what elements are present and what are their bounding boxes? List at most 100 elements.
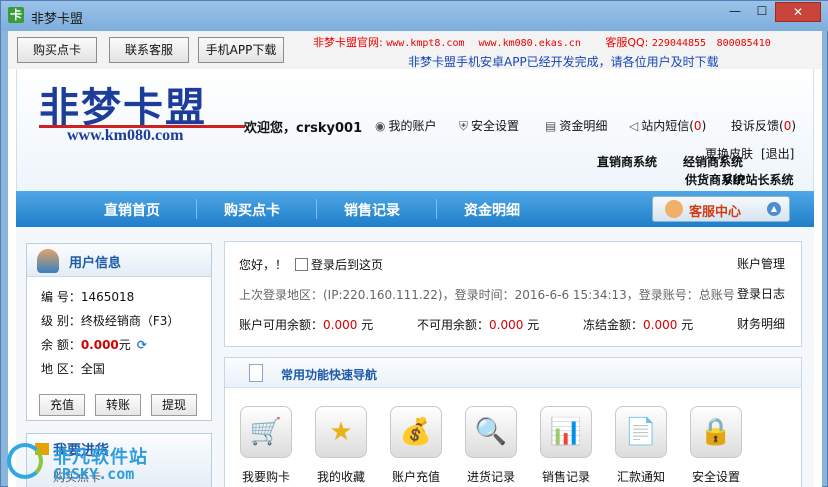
nav-funds-detail[interactable]: 资金明细 [464, 200, 520, 220]
ledger-icon: ▤ [545, 119, 557, 133]
contact-service-button[interactable]: 联系客服 [109, 37, 189, 63]
funds-detail-label: 资金明细 [559, 119, 608, 133]
site-url-2[interactable]: www.km080.ekas.cn [479, 38, 581, 49]
nav-divider [196, 199, 197, 219]
quick-nav-sales-records[interactable]: 📊 销售记录 [533, 406, 597, 484]
app-window: 卡 非梦卡盟 — ☐ ✕ 购买点卡 联系客服 手机APP下载 非梦卡盟官网: w… [0, 0, 828, 487]
messages-label: 站内短信( [641, 119, 694, 133]
nav-direct-home[interactable]: 直销首页 [104, 200, 160, 220]
site-url-1[interactable]: www.kmpt8.com [386, 38, 464, 49]
cart-icon: 🛒 [240, 406, 292, 458]
maximize-button[interactable]: ☐ [749, 2, 775, 22]
welcome-text: 欢迎您，crsky001 [244, 121, 363, 136]
quick-nav-title: 常用功能快速导航 [281, 368, 378, 382]
user-info-title: 用户信息 [69, 256, 122, 271]
service-center-label: 客服中心 [689, 205, 742, 220]
vip-system-link[interactable]: VIP站长系统 [723, 171, 794, 188]
qq-label: 客服QQ: [605, 36, 649, 49]
quick-nav-purchase-records[interactable]: 🔍 进货记录 [458, 406, 522, 484]
messages-count: 0 [693, 119, 702, 133]
available-balance-value: 0.000 [323, 318, 358, 332]
shield-icon: ⛨ [459, 119, 469, 133]
user-balance-unit: 元 [118, 338, 131, 352]
login-redirect-option[interactable]: 登录后到这页 [295, 256, 383, 273]
exit-link[interactable]: [退出] [761, 145, 794, 162]
quick-nav-label: 我要购卡 [241, 470, 290, 484]
lock-icon: 🔒 [690, 406, 742, 458]
refresh-icon[interactable]: ⟳ [137, 338, 147, 352]
user-level-value: 终极经销商（F3） [80, 314, 180, 328]
minimize-button[interactable]: — [721, 2, 749, 22]
quick-nav-favorites[interactable]: ★ 我的收藏 [308, 406, 372, 484]
unavailable-balance-label: 不可用余额： [417, 318, 490, 332]
user-id-value: 1465018 [80, 290, 135, 304]
account-manage-link[interactable]: 账户管理 [737, 255, 785, 272]
quick-nav-label: 账户充值 [391, 470, 440, 484]
user-level-label: 级 别： [41, 314, 81, 328]
messages-link[interactable]: ◁ 站内短信(0) [629, 117, 706, 134]
user-id-row: 编 号：1465018 [41, 288, 134, 305]
security-settings-label: 安全设置 [471, 119, 520, 133]
user-balance-label: 余 额： [41, 338, 81, 352]
quick-nav-panel: 常用功能快速导航 🛒 我要购卡 ★ 我的收藏 💰 账户充值 🔍 进货记录 📊 销… [224, 357, 802, 487]
login-log-link[interactable]: 登录日志 [737, 285, 785, 302]
client-area: 购买点卡 联系客服 手机APP下载 非梦卡盟官网: www.kmpt8.com … [8, 31, 822, 487]
login-redirect-label: 登录后到这页 [311, 258, 384, 272]
transfer-button[interactable]: 转账 [95, 394, 141, 416]
dealer-system-link[interactable]: 经销商系统 [683, 153, 743, 170]
site-info: 非梦卡盟官网: www.kmpt8.com www.km080.ekas.cn … [313, 34, 771, 50]
close-button[interactable]: ✕ [775, 2, 821, 22]
quick-nav-label: 汇款通知 [616, 470, 665, 484]
quick-nav-label: 销售记录 [541, 470, 590, 484]
service-center-button[interactable]: 客服中心 ▲ [652, 196, 790, 222]
quick-nav-buy-card[interactable]: 🛒 我要购卡 [233, 406, 297, 484]
quick-nav-remittance[interactable]: 📄 汇款通知 [608, 406, 672, 484]
unavailable-balance-unit: 元 [527, 318, 540, 332]
nav-buy-card[interactable]: 购买点卡 [224, 200, 280, 220]
login-redirect-checkbox[interactable] [295, 258, 308, 271]
user-balance-row: 余 额：0.000元 ⟳ [41, 336, 147, 353]
finance-detail-link[interactable]: 财务明细 [737, 315, 785, 332]
nav-sales-records[interactable]: 销售记录 [344, 200, 400, 220]
my-account-link[interactable]: ◉ 我的账户 [375, 117, 437, 134]
quick-nav-header: 常用功能快速导航 [225, 358, 801, 388]
available-balance-unit: 元 [361, 318, 374, 332]
greeting-text: 您好，！ [239, 258, 288, 272]
buy-card-button[interactable]: 购买点卡 [17, 37, 97, 63]
recharge-button[interactable]: 充值 [39, 394, 85, 416]
site-header: 非梦卡盟 www.km080.com 欢迎您，crsky001 ◉ 我的账户 ⛨ 安… [16, 69, 814, 191]
quick-nav-recharge[interactable]: 💰 账户充值 [383, 406, 447, 484]
withdraw-button[interactable]: 提现 [151, 394, 197, 416]
app-download-button[interactable]: 手机APP下载 [198, 37, 284, 63]
qq-number-1: 229044855 [651, 38, 707, 49]
site-label: 非梦卡盟官网: [313, 36, 383, 49]
direct-system-link[interactable]: 直销商系统 [597, 153, 657, 170]
logo-url: www.km080.com [67, 127, 184, 144]
user-avatar-icon [37, 249, 59, 273]
security-settings-link[interactable]: ⛨ 安全设置 [459, 117, 519, 134]
feedback-close-paren: ) [791, 119, 797, 133]
quick-nav-security[interactable]: 🔒 安全设置 [683, 406, 747, 484]
magnifier-icon: 🔍 [465, 406, 517, 458]
available-balance-label: 账户可用余额： [239, 318, 324, 332]
top-toolbar: 购买点卡 联系客服 手机APP下载 非梦卡盟官网: www.kmpt8.com … [8, 31, 822, 69]
quick-nav-label: 我的收藏 [316, 470, 365, 484]
star-icon: ★ [315, 406, 367, 458]
feedback-label: 投诉反馈( [731, 119, 784, 133]
site-watermark: 非凡软件站 CRSKY.com [1, 435, 171, 487]
watermark-logo-icon [7, 443, 43, 479]
unavailable-balance-value: 0.000 [489, 318, 524, 332]
funds-detail-link[interactable]: ▤ 资金明细 [545, 117, 607, 134]
user-region-label: 地 区： [41, 362, 81, 376]
frozen-amount-unit: 元 [681, 318, 694, 332]
frozen-amount-value: 0.000 [643, 318, 678, 332]
account-icon: ◉ [375, 119, 386, 133]
window-title: 非梦卡盟 [31, 12, 84, 27]
agent-icon [665, 200, 683, 218]
unavailable-balance: 不可用余额：0.000 元 [417, 316, 539, 333]
messages-close-paren: ) [701, 119, 707, 133]
feedback-link[interactable]: 投诉反馈(0) [731, 117, 796, 134]
user-region-row: 地 区：全国 [41, 360, 105, 377]
user-info-panel: 用户信息 编 号：1465018 级 别：终极经销商（F3） 余 额：0.000… [26, 243, 212, 421]
nav-divider [316, 199, 317, 219]
